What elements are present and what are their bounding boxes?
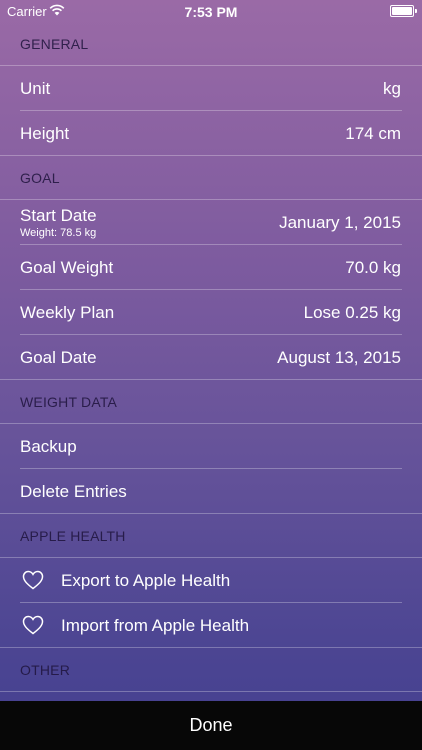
backup-row[interactable]: Backup	[0, 424, 422, 469]
start-date-value: January 1, 2015	[279, 212, 401, 232]
settings-list: GENERAL Unit kg Height 174 cm GOAL Start…	[0, 22, 422, 692]
unit-row[interactable]: Unit kg	[0, 66, 422, 111]
height-row[interactable]: Height 174 cm	[0, 111, 422, 156]
battery-icon	[390, 5, 417, 17]
start-date-label-group: Start Date Weight: 78.5 kg	[20, 206, 97, 239]
done-button[interactable]: Done	[0, 701, 422, 750]
goal-date-row[interactable]: Goal Date August 13, 2015	[0, 335, 422, 380]
section-header-other: OTHER	[0, 648, 422, 692]
status-time: 7:53 PM	[184, 4, 238, 20]
heart-icon	[22, 570, 44, 590]
start-date-row[interactable]: Start Date Weight: 78.5 kg January 1, 20…	[0, 200, 422, 245]
backup-label: Backup	[20, 436, 77, 456]
weekly-plan-value: Lose 0.25 kg	[303, 302, 401, 322]
start-date-label: Start Date	[20, 206, 97, 225]
section-header-goal: GOAL	[0, 156, 422, 200]
weekly-plan-row[interactable]: Weekly Plan Lose 0.25 kg	[0, 290, 422, 335]
start-weight-label: Weight: 78.5 kg	[20, 227, 97, 239]
unit-value: kg	[383, 78, 401, 98]
weekly-plan-label: Weekly Plan	[20, 302, 115, 322]
delete-entries-row[interactable]: Delete Entries	[0, 469, 422, 514]
import-apple-health-label: Import from Apple Health	[61, 615, 250, 635]
section-header-weight-data: WEIGHT DATA	[0, 380, 422, 424]
height-label: Height	[20, 123, 70, 143]
goal-weight-value: 70.0 kg	[345, 257, 401, 277]
goal-weight-row[interactable]: Goal Weight 70.0 kg	[0, 245, 422, 290]
heart-icon	[22, 615, 44, 635]
section-header-apple-health: APPLE HEALTH	[0, 514, 422, 558]
unit-label: Unit	[20, 78, 51, 98]
export-apple-health-label: Export to Apple Health	[61, 570, 231, 590]
delete-entries-label: Delete Entries	[20, 481, 127, 501]
status-bar: Carrier 7:53 PM	[0, 0, 422, 22]
goal-weight-label: Goal Weight	[20, 257, 114, 277]
goal-date-value: August 13, 2015	[277, 347, 401, 367]
height-value: 174 cm	[345, 123, 401, 143]
goal-date-label: Goal Date	[20, 347, 97, 367]
import-apple-health-row[interactable]: Import from Apple Health	[0, 603, 422, 648]
export-apple-health-row[interactable]: Export to Apple Health	[0, 558, 422, 603]
section-header-general: GENERAL	[0, 22, 422, 66]
